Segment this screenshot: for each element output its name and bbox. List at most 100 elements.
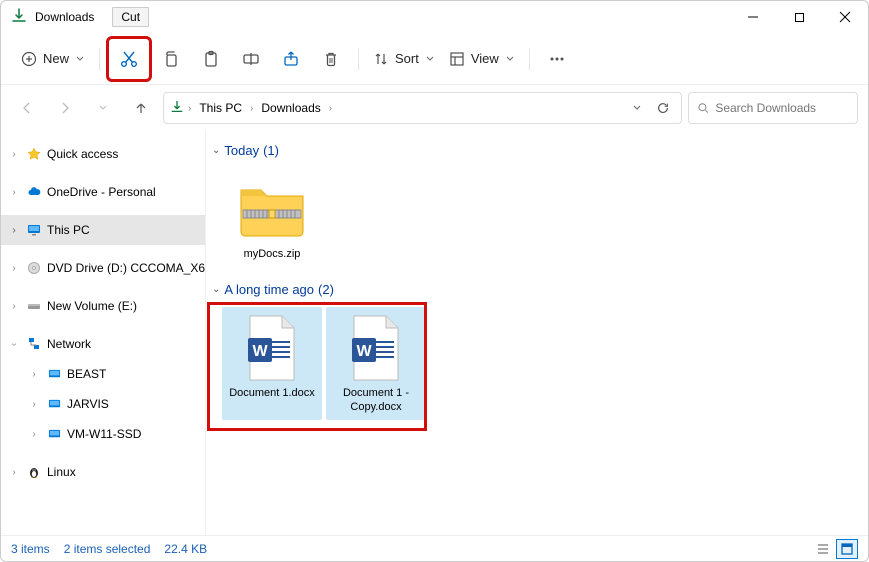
content-pane[interactable]: ⌄ Today (1) myDocs.zip ⌄ A long time ago… [206, 131, 868, 535]
sort-button[interactable]: Sort [367, 41, 441, 77]
breadcrumb-downloads[interactable]: Downloads [257, 99, 324, 117]
more-button[interactable] [538, 41, 576, 77]
forward-button[interactable] [49, 92, 81, 124]
chevron-down-icon: ⌄ [212, 284, 220, 295]
sidebar-item-quick-access[interactable]: ›Quick access [1, 139, 205, 169]
sidebar-item-onedrive[interactable]: ›OneDrive - Personal [1, 177, 205, 207]
status-selected: 2 items selected [64, 542, 151, 556]
rename-button[interactable] [232, 41, 270, 77]
separator [529, 48, 530, 70]
cloud-icon [25, 185, 43, 200]
search-input[interactable] [715, 101, 849, 115]
new-label: New [43, 51, 69, 66]
monitor-icon [25, 223, 43, 237]
refresh-button[interactable] [651, 92, 675, 124]
search-icon [697, 101, 709, 115]
view-button[interactable]: View [443, 41, 521, 77]
minimize-button[interactable] [730, 1, 776, 33]
delete-button[interactable] [312, 41, 350, 77]
cut-tooltip: Cut [112, 7, 149, 27]
sidebar-label: New Volume (E:) [47, 299, 137, 313]
sidebar-label: Network [47, 337, 91, 351]
chevron-down-icon: ⌄ [212, 145, 220, 156]
breadcrumb-this-pc[interactable]: This PC [195, 99, 246, 117]
sidebar-item-jarvis[interactable]: ›JARVIS [1, 389, 205, 419]
sidebar-item-beast[interactable]: ›BEAST [1, 359, 205, 389]
sidebar: ›Quick access ›OneDrive - Personal ›This… [1, 131, 206, 535]
downloads-icon [11, 8, 27, 27]
sort-label: Sort [395, 51, 419, 66]
recent-button[interactable] [87, 92, 119, 124]
chevron-right-icon[interactable]: › [188, 103, 191, 114]
network-icon [25, 337, 43, 351]
chevron-right-icon[interactable]: › [329, 103, 332, 114]
file-name: Document 1 - Copy.docx [328, 387, 424, 415]
downloads-icon [170, 100, 184, 117]
file-document-1[interactable]: W Document 1.docx [222, 307, 322, 421]
sidebar-item-new-volume[interactable]: ›New Volume (E:) [1, 291, 205, 321]
group-count: (1) [263, 143, 279, 158]
word-doc-icon: W [341, 313, 411, 383]
sidebar-label: DVD Drive (D:) CCCOMA_X6 [47, 261, 205, 275]
sidebar-label: JARVIS [67, 397, 109, 411]
svg-text:W: W [252, 343, 268, 360]
search-box[interactable] [688, 92, 858, 124]
disc-icon [25, 261, 43, 275]
drive-icon [25, 299, 43, 313]
cut-button[interactable] [108, 38, 150, 80]
status-bar: 3 items 2 items selected 22.4 KB [1, 535, 868, 561]
close-button[interactable] [822, 1, 868, 33]
monitor-icon [45, 368, 63, 381]
sidebar-label: Quick access [47, 147, 118, 161]
sidebar-label: This PC [47, 223, 90, 237]
sidebar-label: BEAST [67, 367, 106, 381]
selected-files-group: W Document 1.docx W Document 1 - Copy.do… [208, 303, 426, 431]
sidebar-item-linux[interactable]: ›Linux [1, 457, 205, 487]
monitor-icon [45, 398, 63, 411]
sidebar-item-dvd[interactable]: ›DVD Drive (D:) CCCOMA_X6 [1, 253, 205, 283]
file-mydocs-zip[interactable]: myDocs.zip [222, 168, 322, 268]
paste-button[interactable] [192, 41, 230, 77]
sidebar-item-network[interactable]: ›Network [1, 329, 205, 359]
separator [358, 48, 359, 70]
share-button[interactable] [272, 41, 310, 77]
group-long-ago[interactable]: ⌄ A long time ago (2) [208, 278, 868, 303]
status-items: 3 items [11, 542, 50, 556]
maximize-button[interactable] [776, 1, 822, 33]
group-today[interactable]: ⌄ Today (1) [208, 139, 868, 164]
file-name: myDocs.zip [244, 248, 301, 262]
address-bar[interactable]: › This PC › Downloads › [163, 92, 682, 124]
dropdown-button[interactable] [627, 92, 647, 124]
copy-button[interactable] [152, 41, 190, 77]
toolbar: New Sort View [1, 33, 868, 85]
penguin-icon [25, 465, 43, 479]
file-document-1-copy[interactable]: W Document 1 - Copy.docx [326, 307, 426, 421]
monitor-icon [45, 428, 63, 441]
status-size: 22.4 KB [164, 542, 207, 556]
group-label: Today [224, 143, 259, 158]
sidebar-label: OneDrive - Personal [47, 185, 156, 199]
view-label: View [471, 51, 499, 66]
svg-text:W: W [356, 343, 372, 360]
word-doc-icon: W [237, 313, 307, 383]
sidebar-item-vm[interactable]: ›VM-W11-SSD [1, 419, 205, 449]
details-view-button[interactable] [812, 539, 834, 559]
sidebar-item-this-pc[interactable]: ›This PC [1, 215, 205, 245]
window-title: Downloads [35, 10, 94, 24]
sidebar-label: Linux [47, 465, 76, 479]
nav-row: › This PC › Downloads › [1, 85, 868, 131]
separator [99, 48, 100, 70]
back-button[interactable] [11, 92, 43, 124]
group-count: (2) [318, 282, 334, 297]
new-button[interactable]: New [15, 41, 91, 77]
thumbnails-view-button[interactable] [836, 539, 858, 559]
group-label: A long time ago [224, 282, 314, 297]
sidebar-label: VM-W11-SSD [67, 427, 141, 441]
zip-folder-icon [237, 174, 307, 244]
file-name: Document 1.docx [229, 387, 315, 401]
up-button[interactable] [125, 92, 157, 124]
star-icon [25, 147, 43, 161]
title-bar: Downloads Cut [1, 1, 868, 33]
chevron-right-icon[interactable]: › [250, 103, 253, 114]
body: ›Quick access ›OneDrive - Personal ›This… [1, 131, 868, 535]
